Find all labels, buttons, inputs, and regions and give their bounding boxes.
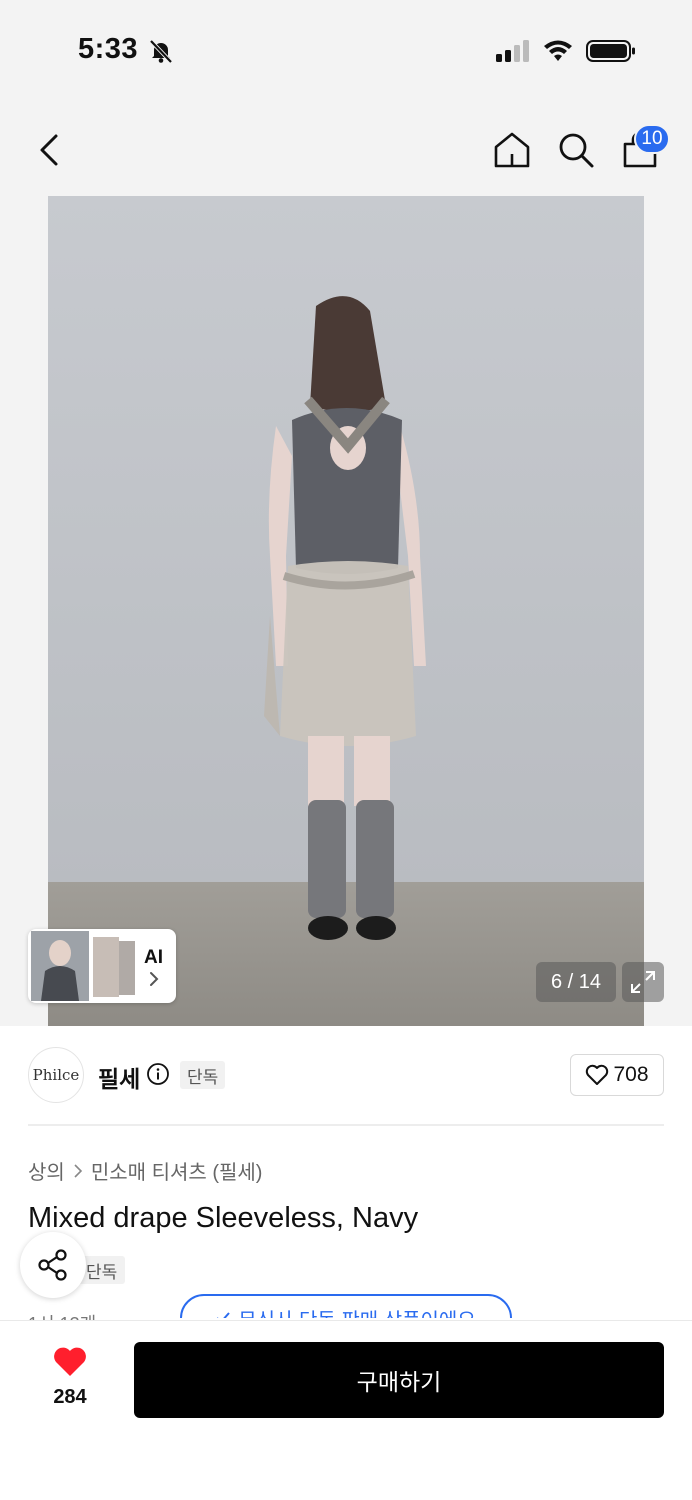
- ai-thumbnail-images: [31, 931, 135, 1001]
- sub-text-clip: 1시 13개: [28, 1310, 148, 1320]
- status-bar: 5:33: [0, 0, 692, 100]
- brand-like-count: 708: [613, 1063, 649, 1086]
- exclusive-badge: 단독: [180, 1061, 226, 1089]
- heart-outline-icon: [586, 1064, 609, 1085]
- share-icon: [38, 1249, 67, 1281]
- expand-icon: [631, 971, 655, 993]
- share-button[interactable]: [20, 1232, 86, 1298]
- promo-chip-clip: 무신사 단독 판매 상품이에요: [180, 1294, 512, 1318]
- divider: [28, 1124, 664, 1126]
- back-arrow-icon[interactable]: [34, 132, 66, 168]
- breadcrumb: 상의 민소매 티셔츠 (필세): [28, 1156, 262, 1185]
- breadcrumb-subcategory[interactable]: 민소매 티셔츠 (필세): [91, 1156, 263, 1185]
- battery-icon: [586, 40, 635, 62]
- wifi-icon: [544, 40, 572, 61]
- ai-label: AI: [144, 947, 163, 968]
- product-photo-illustration: [48, 196, 644, 1026]
- search-icon[interactable]: [556, 130, 596, 170]
- home-icon[interactable]: [492, 130, 532, 170]
- chevron-right-icon: [74, 1163, 82, 1178]
- brand-logo[interactable]: Philce: [28, 1047, 84, 1103]
- product-image-gallery[interactable]: [0, 196, 692, 1026]
- info-icon[interactable]: [146, 1062, 170, 1086]
- bell-off-icon: [149, 39, 173, 64]
- chevron-right-icon: [150, 972, 159, 986]
- exclusive-promo-chip[interactable]: 무신사 단독 판매 상품이에요: [180, 1294, 512, 1318]
- product-photo[interactable]: [48, 196, 644, 1026]
- review-summary-text: 1시 13개: [28, 1310, 96, 1320]
- promo-text: 무신사 단독 판매 상품이에요: [238, 1304, 475, 1319]
- favorite-count: 284: [53, 1386, 87, 1408]
- heart-filled-icon[interactable]: [52, 1346, 88, 1378]
- expand-image-button[interactable]: [622, 962, 664, 1002]
- check-icon: [217, 1312, 230, 1318]
- product-title: Mixed drape Sleeveless, Navy: [28, 1202, 419, 1234]
- cart-count-badge: 10: [634, 124, 670, 154]
- top-nav-bar: [0, 100, 692, 196]
- buy-button[interactable]: 구매하기: [134, 1342, 664, 1418]
- breadcrumb-category[interactable]: 상의: [28, 1156, 65, 1185]
- signal-icon: [496, 40, 529, 62]
- brand-name[interactable]: 필세: [98, 1060, 140, 1094]
- status-time: 5:33: [78, 33, 139, 65]
- image-counter: 6 / 14: [536, 962, 616, 1002]
- ai-similar-items-button[interactable]: AI: [28, 929, 176, 1003]
- brand-like-button[interactable]: 708: [570, 1054, 664, 1096]
